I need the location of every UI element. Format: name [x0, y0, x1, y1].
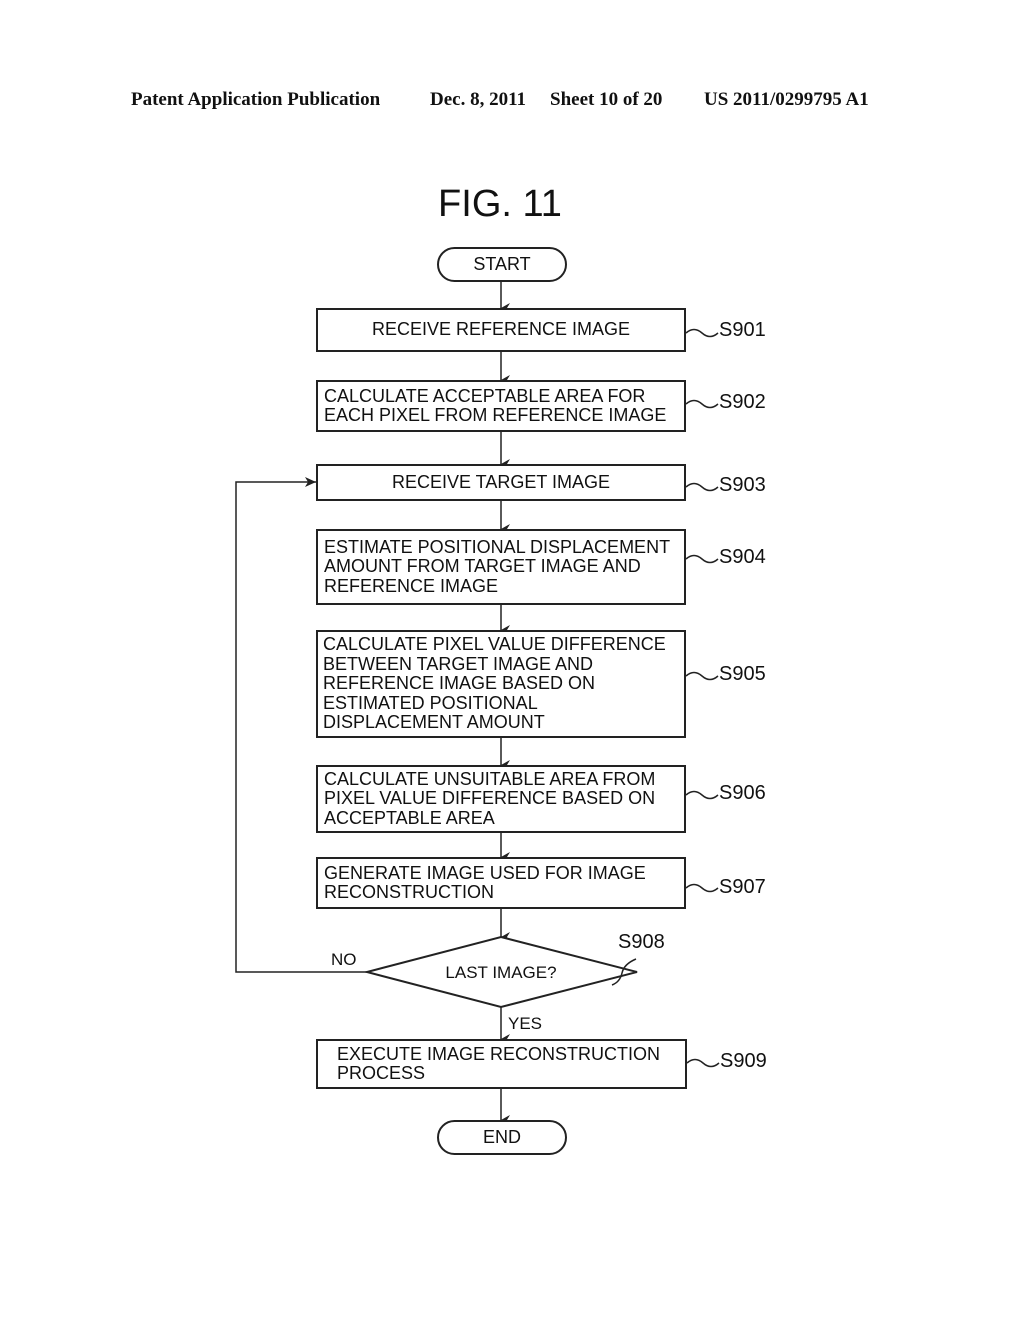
- step-id-s902: S902: [719, 391, 766, 413]
- step-box-s909: EXECUTE IMAGE RECONSTRUCTION PROCESS: [316, 1039, 687, 1089]
- leader-s902: [685, 399, 719, 409]
- leader-s901: [685, 328, 719, 338]
- step-box-s903: RECEIVE TARGET IMAGE: [316, 464, 686, 501]
- step-id-s903: S903: [719, 474, 766, 496]
- leader-s905: [685, 671, 719, 681]
- step-box-s901: RECEIVE REFERENCE IMAGE: [316, 308, 686, 352]
- step-id-s907: S907: [719, 876, 766, 898]
- start-terminal: START: [437, 247, 567, 282]
- step-box-s904: ESTIMATE POSITIONAL DISPLACEMENT AMOUNT …: [316, 529, 686, 605]
- leader-s909: [686, 1058, 720, 1068]
- step-box-s902: CALCULATE ACCEPTABLE AREA FOR EACH PIXEL…: [316, 380, 686, 432]
- decision-yes-label: YES: [508, 1014, 543, 1033]
- end-terminal: END: [437, 1120, 567, 1155]
- leader-s907: [685, 883, 719, 893]
- step-id-s909: S909: [720, 1050, 767, 1072]
- step-id-s908: S908: [618, 931, 665, 953]
- step-id-s901: S901: [719, 319, 766, 341]
- leader-s906: [685, 790, 719, 800]
- decision-no-label: NO: [331, 950, 357, 969]
- step-id-s904: S904: [719, 546, 766, 568]
- step-id-s906: S906: [719, 782, 766, 804]
- leader-s904: [685, 554, 719, 564]
- step-box-s906: CALCULATE UNSUITABLE AREA FROM PIXEL VAL…: [316, 765, 686, 833]
- step-box-s905: CALCULATE PIXEL VALUE DIFFERENCE BETWEEN…: [316, 630, 686, 738]
- decision-text: LAST IMAGE?: [445, 963, 557, 982]
- step-box-s907: GENERATE IMAGE USED FOR IMAGE RECONSTRUC…: [316, 857, 686, 909]
- leader-s903: [685, 482, 719, 492]
- step-id-s905: S905: [719, 663, 766, 685]
